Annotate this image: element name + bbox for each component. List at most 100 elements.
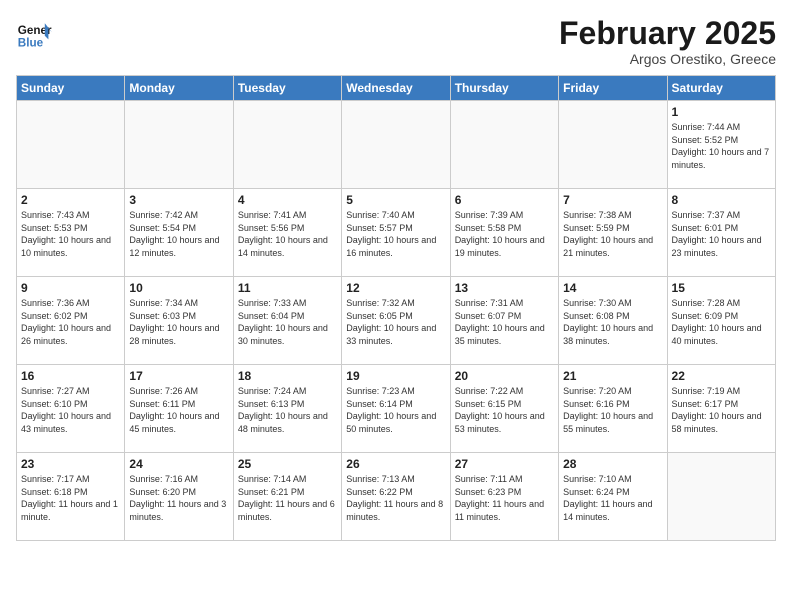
day-number: 13 xyxy=(455,281,554,295)
calendar-day: 12 Sunrise: 7:32 AMSunset: 6:05 PMDayligh… xyxy=(342,277,450,365)
day-info: Sunrise: 7:16 AMSunset: 6:20 PMDaylight:… xyxy=(129,473,228,523)
day-number: 28 xyxy=(563,457,662,471)
calendar-day: 4Sunrise: 7:41 AMSunset: 5:56 PMDaylight… xyxy=(233,189,341,277)
day-header-sunday: Sunday xyxy=(17,76,125,101)
day-info: Sunrise: 7:44 AMSunset: 5:52 PMDaylight:… xyxy=(672,121,771,171)
calendar-day: 24Sunrise: 7:16 AMSunset: 6:20 PMDayligh… xyxy=(125,453,233,541)
day-info: Sunrise: 7:33 AMSunset: 6:04 PMDaylight:… xyxy=(238,297,337,347)
calendar-week-2: 2Sunrise: 7:43 AMSunset: 5:53 PMDaylight… xyxy=(17,189,776,277)
day-number: 4 xyxy=(238,193,337,207)
calendar-week-3: 9 Sunrise: 7:36 AMSunset: 6:02 PMDaylight… xyxy=(17,277,776,365)
calendar-day xyxy=(559,101,667,189)
day-info: Sunrise: 7:38 AMSunset: 5:59 PMDaylight:… xyxy=(563,209,662,259)
title-block: February 2025 Argos Orestiko, Greece xyxy=(559,16,776,67)
day-number: 17 xyxy=(129,369,228,383)
day-info: Sunrise: 7:13 AMSunset: 6:22 PMDaylight:… xyxy=(346,473,445,523)
day-header-thursday: Thursday xyxy=(450,76,558,101)
day-number: 2 xyxy=(21,193,120,207)
day-info: Sunrise: 7:37 AMSunset: 6:01 PMDaylight:… xyxy=(672,209,771,259)
day-number: 25 xyxy=(238,457,337,471)
day-info: Sunrise: 7:31 AMSunset: 6:07 PMDaylight:… xyxy=(455,297,554,347)
day-number: 7 xyxy=(563,193,662,207)
calendar-day: 13 Sunrise: 7:31 AMSunset: 6:07 PMDayligh… xyxy=(450,277,558,365)
calendar-day: 26 Sunrise: 7:13 AMSunset: 6:22 PMDayligh… xyxy=(342,453,450,541)
logo: General Blue xyxy=(16,16,52,52)
calendar-header-row: SundayMondayTuesdayWednesdayThursdayFrid… xyxy=(17,76,776,101)
calendar-day xyxy=(667,453,775,541)
calendar-table: SundayMondayTuesdayWednesdayThursdayFrid… xyxy=(16,75,776,541)
day-info: Sunrise: 7:24 AMSunset: 6:13 PMDaylight:… xyxy=(238,385,337,435)
day-info: Sunrise: 7:11 AMSunset: 6:23 PMDaylight:… xyxy=(455,473,554,523)
calendar-day: 21Sunrise: 7:20 AMSunset: 6:16 PMDayligh… xyxy=(559,365,667,453)
calendar-day xyxy=(342,101,450,189)
day-number: 10 xyxy=(129,281,228,295)
calendar-day: 3Sunrise: 7:42 AMSunset: 5:54 PMDaylight… xyxy=(125,189,233,277)
calendar-week-5: 23 Sunrise: 7:17 AMSunset: 6:18 PMDayligh… xyxy=(17,453,776,541)
day-info: Sunrise: 7:28 AMSunset: 6:09 PMDaylight:… xyxy=(672,297,771,347)
calendar-day: 7 Sunrise: 7:38 AMSunset: 5:59 PMDaylight… xyxy=(559,189,667,277)
calendar-day: 28 Sunrise: 7:10 AMSunset: 6:24 PMDayligh… xyxy=(559,453,667,541)
logo-icon: General Blue xyxy=(16,16,52,52)
day-info: Sunrise: 7:42 AMSunset: 5:54 PMDaylight:… xyxy=(129,209,228,259)
day-number: 6 xyxy=(455,193,554,207)
page-header: General Blue February 2025 Argos Orestik… xyxy=(16,16,776,67)
calendar-day: 15 Sunrise: 7:28 AMSunset: 6:09 PMDayligh… xyxy=(667,277,775,365)
day-number: 15 xyxy=(672,281,771,295)
day-number: 27 xyxy=(455,457,554,471)
day-header-saturday: Saturday xyxy=(667,76,775,101)
day-number: 26 xyxy=(346,457,445,471)
day-header-monday: Monday xyxy=(125,76,233,101)
day-number: 16 xyxy=(21,369,120,383)
calendar-day: 20 Sunrise: 7:22 AMSunset: 6:15 PMDayligh… xyxy=(450,365,558,453)
calendar-day xyxy=(233,101,341,189)
calendar-day: 2Sunrise: 7:43 AMSunset: 5:53 PMDaylight… xyxy=(17,189,125,277)
day-number: 1 xyxy=(672,105,771,119)
day-info: Sunrise: 7:14 AMSunset: 6:21 PMDaylight:… xyxy=(238,473,337,523)
day-info: Sunrise: 7:30 AMSunset: 6:08 PMDaylight:… xyxy=(563,297,662,347)
calendar-day: 16Sunrise: 7:27 AMSunset: 6:10 PMDayligh… xyxy=(17,365,125,453)
day-info: Sunrise: 7:22 AMSunset: 6:15 PMDaylight:… xyxy=(455,385,554,435)
calendar-day: 1 Sunrise: 7:44 AMSunset: 5:52 PMDaylight… xyxy=(667,101,775,189)
day-number: 14 xyxy=(563,281,662,295)
calendar-week-1: 1 Sunrise: 7:44 AMSunset: 5:52 PMDaylight… xyxy=(17,101,776,189)
day-header-wednesday: Wednesday xyxy=(342,76,450,101)
day-info: Sunrise: 7:32 AMSunset: 6:05 PMDaylight:… xyxy=(346,297,445,347)
day-info: Sunrise: 7:23 AMSunset: 6:14 PMDaylight:… xyxy=(346,385,445,435)
calendar-day xyxy=(125,101,233,189)
day-number: 19 xyxy=(346,369,445,383)
calendar-day: 10 Sunrise: 7:34 AMSunset: 6:03 PMDayligh… xyxy=(125,277,233,365)
day-info: Sunrise: 7:17 AMSunset: 6:18 PMDaylight:… xyxy=(21,473,120,523)
day-number: 22 xyxy=(672,369,771,383)
location-subtitle: Argos Orestiko, Greece xyxy=(559,51,776,67)
day-number: 9 xyxy=(21,281,120,295)
day-header-tuesday: Tuesday xyxy=(233,76,341,101)
day-number: 12 xyxy=(346,281,445,295)
calendar-day: 9 Sunrise: 7:36 AMSunset: 6:02 PMDaylight… xyxy=(17,277,125,365)
calendar-day: 5 Sunrise: 7:40 AMSunset: 5:57 PMDaylight… xyxy=(342,189,450,277)
calendar-day: 19 Sunrise: 7:23 AMSunset: 6:14 PMDayligh… xyxy=(342,365,450,453)
month-title: February 2025 xyxy=(559,16,776,51)
calendar-day: 6 Sunrise: 7:39 AMSunset: 5:58 PMDaylight… xyxy=(450,189,558,277)
calendar-day: 17 Sunrise: 7:26 AMSunset: 6:11 PMDayligh… xyxy=(125,365,233,453)
day-info: Sunrise: 7:36 AMSunset: 6:02 PMDaylight:… xyxy=(21,297,120,347)
day-info: Sunrise: 7:19 AMSunset: 6:17 PMDaylight:… xyxy=(672,385,771,435)
day-number: 23 xyxy=(21,457,120,471)
calendar-day: 14 Sunrise: 7:30 AMSunset: 6:08 PMDayligh… xyxy=(559,277,667,365)
calendar-day: 22 Sunrise: 7:19 AMSunset: 6:17 PMDayligh… xyxy=(667,365,775,453)
svg-text:Blue: Blue xyxy=(18,37,44,50)
day-header-friday: Friday xyxy=(559,76,667,101)
day-number: 20 xyxy=(455,369,554,383)
day-info: Sunrise: 7:26 AMSunset: 6:11 PMDaylight:… xyxy=(129,385,228,435)
day-number: 11 xyxy=(238,281,337,295)
day-info: Sunrise: 7:40 AMSunset: 5:57 PMDaylight:… xyxy=(346,209,445,259)
calendar-day: 27 Sunrise: 7:11 AMSunset: 6:23 PMDayligh… xyxy=(450,453,558,541)
calendar-day: 8Sunrise: 7:37 AMSunset: 6:01 PMDaylight… xyxy=(667,189,775,277)
day-number: 5 xyxy=(346,193,445,207)
day-info: Sunrise: 7:39 AMSunset: 5:58 PMDaylight:… xyxy=(455,209,554,259)
day-number: 18 xyxy=(238,369,337,383)
calendar-day: 25 Sunrise: 7:14 AMSunset: 6:21 PMDayligh… xyxy=(233,453,341,541)
day-info: Sunrise: 7:10 AMSunset: 6:24 PMDaylight:… xyxy=(563,473,662,523)
day-number: 21 xyxy=(563,369,662,383)
day-info: Sunrise: 7:34 AMSunset: 6:03 PMDaylight:… xyxy=(129,297,228,347)
calendar-day: 11 Sunrise: 7:33 AMSunset: 6:04 PMDayligh… xyxy=(233,277,341,365)
